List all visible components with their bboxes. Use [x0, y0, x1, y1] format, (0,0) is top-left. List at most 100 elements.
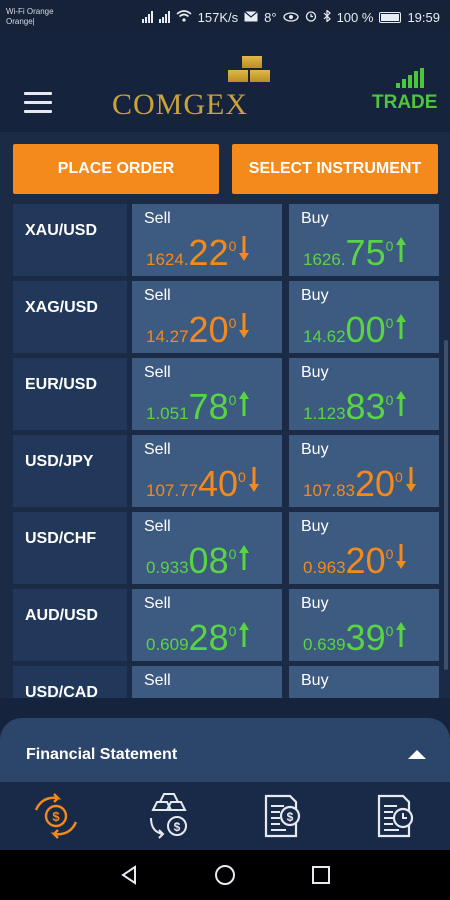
instrument-symbol[interactable]: AUD/USD	[13, 589, 127, 661]
tab-statement[interactable]: $	[256, 790, 308, 842]
quote-row[interactable]: XAG/USD Sell 14.27200 Buy 14.62000	[0, 281, 450, 353]
caret-up-icon[interactable]	[408, 750, 426, 759]
signal-bars-icon	[372, 68, 424, 88]
price-fraction: 0	[385, 315, 394, 331]
sell-price: 0.609280	[146, 617, 250, 659]
trade-button[interactable]: TRADE	[372, 68, 438, 118]
place-order-button[interactable]: PLACE ORDER	[13, 144, 219, 194]
sell-quote-cell[interactable]: Sell	[132, 666, 282, 698]
quote-row[interactable]: XAU/USD Sell 1624.220 Buy 1626.750	[0, 204, 450, 276]
sell-quote-cell[interactable]: Sell 14.27200	[132, 281, 282, 353]
sell-label: Sell	[144, 595, 171, 612]
mail-icon	[244, 10, 259, 25]
price-pips: 78	[188, 386, 229, 427]
price-prefix: 14.27	[146, 327, 189, 346]
price-fraction: 0	[385, 546, 394, 562]
price-prefix: 0.609	[146, 635, 189, 654]
sell-price: 1.051780	[146, 386, 250, 428]
arrow-up-icon	[395, 389, 407, 417]
buy-quote-cell[interactable]: Buy 1626.750	[289, 204, 439, 276]
temperature: 8°	[264, 9, 277, 25]
instrument-symbol[interactable]: XAG/USD	[13, 281, 127, 353]
document-clock-icon	[377, 794, 414, 838]
sell-label: Sell	[144, 364, 171, 381]
sell-label: Sell	[144, 287, 171, 304]
instrument-symbol[interactable]: USD/CAD	[13, 666, 127, 698]
price-fraction: 0	[228, 623, 237, 639]
carrier-info: Wi-Fi Orange Orange|	[6, 7, 96, 27]
buy-price: 107.83200	[303, 463, 417, 505]
arrow-down-icon	[395, 543, 407, 571]
instrument-symbol[interactable]: USD/CHF	[13, 512, 127, 584]
buy-price: 1626.750	[303, 232, 407, 274]
tab-currency-exchange[interactable]: $	[30, 790, 82, 842]
instrument-symbol[interactable]: EUR/USD	[13, 358, 127, 430]
buy-quote-cell[interactable]: Buy 0.639390	[289, 589, 439, 661]
sell-quote-cell[interactable]: Sell 0.933080	[132, 512, 282, 584]
sell-quote-cell[interactable]: Sell 107.77400	[132, 435, 282, 507]
price-prefix: 107.83	[303, 481, 355, 500]
quote-row[interactable]: EUR/USD Sell 1.051780 Buy 1.123830	[0, 358, 450, 430]
system-nav-bar	[0, 850, 450, 900]
sell-label: Sell	[144, 441, 171, 458]
price-prefix: 1624.	[146, 250, 189, 269]
arrow-up-icon	[238, 543, 250, 571]
price-pips: 08	[188, 540, 229, 581]
hamburger-menu-icon[interactable]	[24, 92, 52, 114]
sell-label: Sell	[144, 210, 171, 227]
price-prefix: 1.123	[303, 404, 346, 423]
price-fraction: 0	[228, 546, 237, 562]
network-speed: 157K/s	[197, 9, 239, 25]
price-pips: 20	[345, 540, 386, 581]
buy-quote-cell[interactable]: Buy	[289, 666, 439, 698]
sell-price: 1624.220	[146, 232, 250, 274]
quote-row[interactable]: AUD/USD Sell 0.609280 Buy 0.639390	[0, 589, 450, 661]
home-icon[interactable]	[214, 864, 236, 886]
sell-price: 0.933080	[146, 540, 250, 582]
recents-icon[interactable]	[310, 864, 332, 886]
quotes-list[interactable]: XAU/USD Sell 1624.220 Buy 1626.750 XAG/USD Sel…	[0, 200, 450, 698]
buy-label: Buy	[301, 287, 329, 304]
trade-label: TRADE	[372, 92, 438, 113]
arrow-up-icon	[238, 620, 250, 648]
quote-row[interactable]: USD/CAD Sell Buy	[0, 666, 450, 698]
sell-price: 107.77400	[146, 463, 260, 505]
eye-icon	[282, 10, 299, 25]
sell-quote-cell[interactable]: Sell 1624.220	[132, 204, 282, 276]
financial-statement-title: Financial Statement	[26, 746, 178, 763]
buy-quote-cell[interactable]: Buy 0.963200	[289, 512, 439, 584]
instrument-symbol[interactable]: USD/JPY	[13, 435, 127, 507]
sell-label: Sell	[144, 672, 171, 689]
gold-bars-exchange-icon: $	[150, 793, 187, 839]
sell-quote-cell[interactable]: Sell 0.609280	[132, 589, 282, 661]
price-prefix: 107.77	[146, 481, 198, 500]
arrow-down-icon	[238, 312, 250, 340]
buy-quote-cell[interactable]: Buy 107.83200	[289, 435, 439, 507]
bottom-tab-bar: $ $ $	[0, 782, 450, 850]
back-icon[interactable]	[118, 864, 140, 886]
carrier-name: Orange|	[6, 17, 35, 26]
alarm-icon	[305, 10, 317, 25]
price-prefix: 14.62	[303, 327, 346, 346]
buy-quote-cell[interactable]: Buy 1.123830	[289, 358, 439, 430]
quote-row[interactable]: USD/CHF Sell 0.933080 Buy 0.963200	[0, 512, 450, 584]
tab-history[interactable]	[369, 790, 421, 842]
financial-statement-panel[interactable]: Financial Statement	[0, 718, 450, 782]
price-prefix: 1626.	[303, 250, 346, 269]
battery-percent: 100 %	[336, 9, 374, 25]
buy-price: 1.123830	[303, 386, 407, 428]
price-fraction: 0	[228, 238, 237, 254]
price-fraction: 0	[228, 315, 237, 331]
instrument-symbol[interactable]: XAU/USD	[13, 204, 127, 276]
buy-quote-cell[interactable]: Buy 14.62000	[289, 281, 439, 353]
tab-gold-exchange[interactable]: $	[143, 790, 195, 842]
select-instrument-button[interactable]: SELECT INSTRUMENT	[232, 144, 438, 194]
sell-quote-cell[interactable]: Sell 1.051780	[132, 358, 282, 430]
buy-label: Buy	[301, 210, 329, 227]
buy-price: 0.639390	[303, 617, 407, 659]
action-bar: PLACE ORDER SELECT INSTRUMENT	[0, 132, 450, 200]
svg-text:$: $	[52, 809, 60, 824]
price-fraction: 0	[385, 238, 394, 254]
buy-price: 0.963200	[303, 540, 407, 582]
quote-row[interactable]: USD/JPY Sell 107.77400 Buy 107.83200	[0, 435, 450, 507]
